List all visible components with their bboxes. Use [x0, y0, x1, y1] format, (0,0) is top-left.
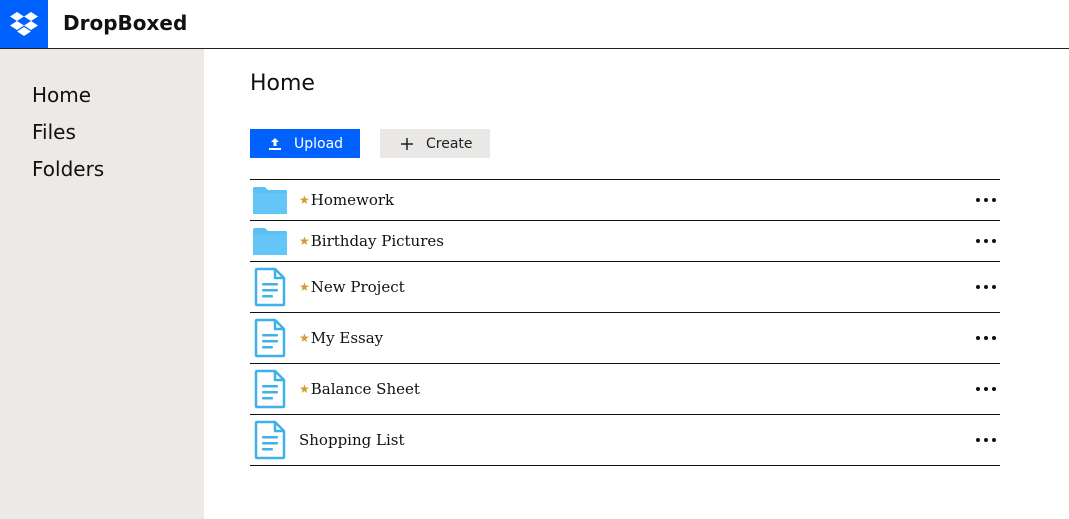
more-options-icon[interactable] [976, 333, 996, 343]
sidebar-item-folders[interactable]: Folders [32, 157, 104, 181]
more-options-icon[interactable] [976, 384, 996, 394]
document-icon [251, 364, 289, 414]
file-name[interactable]: Homework [311, 191, 394, 209]
plus-icon [400, 137, 414, 151]
file-name[interactable]: New Project [311, 278, 405, 296]
list-item[interactable]: ★ New Project [250, 262, 1000, 313]
more-options-icon[interactable] [976, 282, 996, 292]
more-options-icon[interactable] [976, 236, 996, 246]
star-icon[interactable]: ★ [299, 193, 310, 207]
folder-icon [251, 180, 289, 220]
upload-button[interactable]: Upload [250, 129, 360, 158]
list-item[interactable]: ★ Homework [250, 180, 1000, 221]
dropbox-logo-icon[interactable] [0, 0, 48, 48]
star-icon[interactable]: ★ [299, 331, 310, 345]
file-name[interactable]: Balance Sheet [311, 380, 420, 398]
top-bar: DropBoxed [0, 0, 1069, 49]
folder-icon [251, 221, 289, 261]
star-icon[interactable]: ★ [299, 234, 310, 248]
document-icon [251, 415, 289, 465]
list-item[interactable]: ★ Birthday Pictures [250, 221, 1000, 262]
star-icon[interactable]: ★ [299, 382, 310, 396]
upload-button-label: Upload [294, 135, 344, 152]
page-title: Home [250, 71, 315, 96]
app-title: DropBoxed [63, 11, 188, 35]
more-options-icon[interactable] [976, 195, 996, 205]
file-name[interactable]: Shopping List [299, 431, 404, 449]
document-icon [251, 313, 289, 363]
sidebar-item-home[interactable]: Home [32, 83, 91, 107]
more-options-icon[interactable] [976, 435, 996, 445]
list-item[interactable]: Shopping List [250, 415, 1000, 466]
document-icon [251, 262, 289, 312]
upload-icon [268, 137, 282, 151]
list-item[interactable]: ★ My Essay [250, 313, 1000, 364]
star-icon[interactable]: ★ [299, 280, 310, 294]
file-list: ★ Homework ★ Birthday Pictures ★ New Pro… [250, 179, 1000, 466]
list-item[interactable]: ★ Balance Sheet [250, 364, 1000, 415]
sidebar: Home Files Folders [0, 49, 204, 519]
create-button-label: Create [426, 135, 473, 152]
file-name[interactable]: My Essay [311, 329, 383, 347]
create-button[interactable]: Create [380, 129, 490, 158]
file-name[interactable]: Birthday Pictures [311, 232, 444, 250]
main-content: Home Upload Create ★ Homework ★ Birthday… [204, 49, 1069, 519]
sidebar-item-files[interactable]: Files [32, 120, 76, 144]
